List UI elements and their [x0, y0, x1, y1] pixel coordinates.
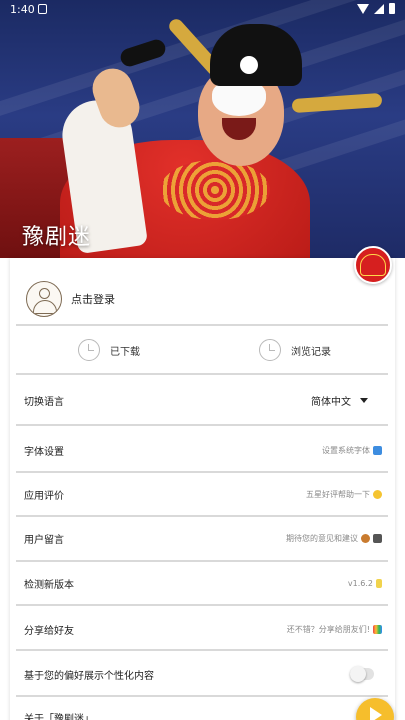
rate-app-label: 应用评价	[24, 490, 64, 502]
share-row[interactable]: 分享给好友 还不错？分享给朋友们!	[16, 607, 388, 651]
cell-signal-icon	[374, 3, 384, 14]
language-label: 切换语言	[24, 396, 64, 408]
battery-icon	[389, 3, 395, 14]
feedback-hint: 期待您的意见和建议	[286, 533, 382, 544]
language-value: 简体中文	[311, 396, 351, 408]
toggle-knob	[350, 666, 366, 682]
personalized-content-toggle[interactable]	[350, 666, 374, 682]
book-emoji-icon	[373, 533, 382, 543]
rate-app-row[interactable]: 应用评价 五星好评帮助一下	[16, 472, 388, 516]
check-update-row[interactable]: 检测新版本 v1.6.2	[16, 561, 388, 605]
about-row[interactable]: 关于「豫剧迷」	[16, 700, 388, 720]
history-clock-icon	[259, 339, 281, 361]
personalized-content-label: 基于您的偏好展示个性化内容	[24, 670, 154, 682]
feedback-label: 用户留言	[24, 534, 64, 546]
smile-emoji-icon	[373, 489, 382, 499]
hero-banner: 豫剧迷	[0, 0, 405, 258]
rate-app-value: 五星好评帮助一下	[306, 489, 370, 499]
app-title: 豫剧迷	[22, 225, 92, 250]
clock-icon	[78, 339, 100, 361]
notification-icon	[38, 4, 47, 14]
system-icons	[357, 3, 395, 14]
divider	[16, 604, 388, 606]
login-row[interactable]: 点击登录	[16, 275, 388, 323]
language-row[interactable]: 切换语言 简体中文	[16, 378, 388, 422]
feedback-value: 期待您的意见和建议	[286, 533, 358, 543]
rate-app-hint: 五星好评帮助一下	[306, 489, 382, 500]
downloaded-label: 已下载	[110, 346, 140, 358]
status-bar: 1:40	[0, 0, 405, 20]
check-update-label: 检测新版本	[24, 579, 74, 591]
about-label: 关于「豫剧迷」	[24, 714, 94, 720]
history-button[interactable]: 浏览记录	[202, 328, 388, 372]
hat-jewel	[240, 56, 258, 74]
hat-wing-right	[291, 92, 383, 114]
divider	[16, 695, 388, 697]
share-label: 分享给好友	[24, 625, 74, 637]
sparkle-emoji-icon	[376, 578, 382, 588]
font-settings-row[interactable]: 字体设置 设置系统字体	[16, 428, 388, 472]
divider	[16, 324, 388, 326]
rainbow-emoji-icon	[373, 624, 382, 634]
share-value: 还不错？分享给朋友们!	[286, 624, 370, 634]
font-settings-label: 字体设置	[24, 446, 64, 458]
divider	[16, 649, 388, 651]
avatar[interactable]	[26, 281, 62, 317]
quick-actions: 已下载 浏览记录	[16, 328, 388, 372]
status-time: 1:40	[10, 3, 35, 16]
version-value: v1.6.2	[347, 578, 373, 588]
logo-emblem-icon	[360, 254, 386, 276]
official-hat	[210, 24, 302, 86]
login-label[interactable]: 点击登录	[71, 291, 115, 307]
avatar-head-icon	[39, 288, 50, 299]
chevron-down-icon	[360, 397, 368, 403]
person-emoji-icon	[361, 533, 370, 543]
language-select[interactable]: 简体中文	[311, 393, 368, 408]
personalized-content-row: 基于您的偏好展示个性化内容	[16, 652, 388, 696]
divider	[16, 424, 388, 426]
wifi-icon	[357, 3, 369, 14]
play-icon	[370, 707, 382, 720]
downloaded-button[interactable]: 已下载	[16, 328, 202, 372]
share-hint: 还不错？分享给朋友们!	[287, 624, 382, 635]
divider	[16, 373, 388, 375]
avatar-body-icon	[33, 300, 57, 314]
font-settings-value: 设置系统字体	[322, 445, 370, 455]
version-hint: v1.6.2	[347, 578, 382, 588]
feedback-row[interactable]: 用户留言 期待您的意见和建议	[16, 516, 388, 560]
history-label: 浏览记录	[291, 346, 331, 358]
robe-embroidery	[160, 160, 270, 220]
abc-emoji-icon	[373, 445, 382, 455]
font-settings-hint: 设置系统字体	[322, 445, 382, 456]
